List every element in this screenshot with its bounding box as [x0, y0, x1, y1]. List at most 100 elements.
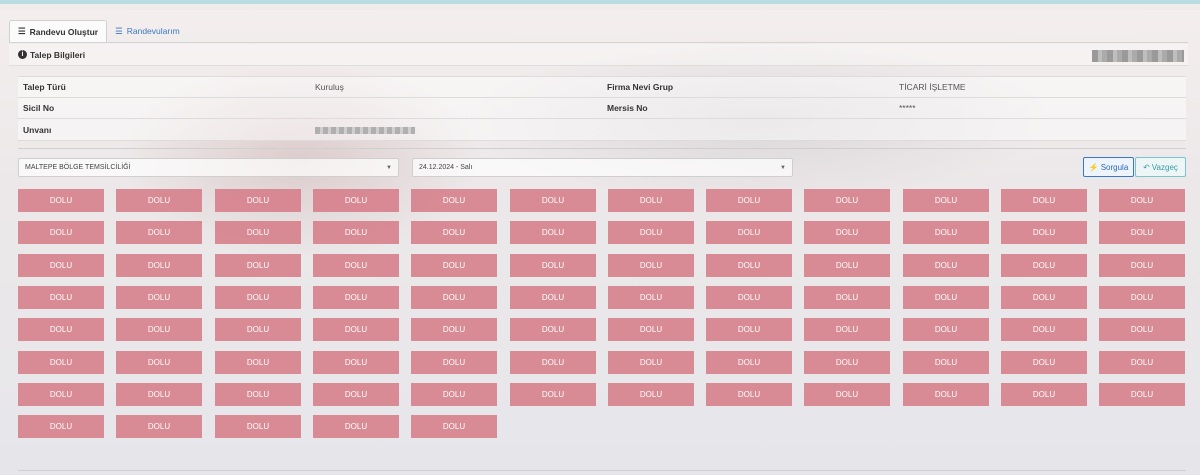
top-bar — [0, 4, 1200, 10]
time-slot-button[interactable]: DOLU — [116, 189, 202, 212]
time-slot-button[interactable]: DOLU — [313, 189, 399, 212]
tab-randevu-olustur[interactable]: ☰ Randevu Oluştur — [9, 20, 108, 42]
search-button[interactable]: ⚡ Sorgula — [1083, 157, 1134, 177]
time-slot-button[interactable]: DOLU — [1001, 221, 1087, 244]
firma-nevi-value: TİCARİ İŞLETME — [894, 76, 1186, 98]
time-slot-button[interactable]: DOLU — [1099, 254, 1185, 277]
time-slot-button[interactable]: DOLU — [411, 221, 497, 244]
time-slot-button[interactable]: DOLU — [804, 254, 890, 277]
time-slot-button[interactable]: DOLU — [215, 383, 301, 406]
time-slot-button[interactable]: DOLU — [608, 254, 694, 277]
time-slot-button[interactable]: DOLU — [804, 189, 890, 212]
time-slot-button[interactable]: DOLU — [313, 415, 399, 438]
time-slot-button[interactable]: DOLU — [510, 351, 596, 374]
time-slot-button[interactable]: DOLU — [510, 221, 596, 244]
time-slot-button[interactable]: DOLU — [313, 221, 399, 244]
time-slot-button[interactable]: DOLU — [706, 351, 792, 374]
time-slot-button[interactable]: DOLU — [215, 351, 301, 374]
time-slot-button[interactable]: DOLU — [804, 383, 890, 406]
date-select[interactable]: 24.12.2024 - Salı ▼ — [412, 158, 793, 177]
time-slot-button[interactable]: DOLU — [1099, 383, 1185, 406]
time-slot-button[interactable]: DOLU — [706, 383, 792, 406]
time-slot-button[interactable]: DOLU — [1099, 351, 1185, 374]
time-slot-button[interactable]: DOLU — [313, 351, 399, 374]
cancel-button[interactable]: ↶ Vazgeç — [1135, 157, 1186, 177]
time-slot-button[interactable]: DOLU — [1001, 286, 1087, 309]
time-slot-button[interactable]: DOLU — [608, 351, 694, 374]
time-slot-button[interactable]: DOLU — [1001, 383, 1087, 406]
time-slot-button[interactable]: DOLU — [18, 221, 104, 244]
time-slot-button[interactable]: DOLU — [116, 286, 202, 309]
time-slot-button[interactable]: DOLU — [903, 351, 989, 374]
time-slot-button[interactable]: DOLU — [608, 189, 694, 212]
office-select[interactable]: MALTEPE BÖLGE TEMSİLCİLİĞİ ▼ — [18, 158, 399, 177]
time-slot-button[interactable]: DOLU — [510, 383, 596, 406]
time-slot-button[interactable]: DOLU — [804, 286, 890, 309]
time-slot-button[interactable]: DOLU — [411, 286, 497, 309]
time-slot-button[interactable]: DOLU — [706, 254, 792, 277]
time-slot-button[interactable]: DOLU — [18, 318, 104, 341]
time-slot-button[interactable]: DOLU — [608, 221, 694, 244]
time-slot-button[interactable]: DOLU — [1099, 286, 1185, 309]
office-select-value: MALTEPE BÖLGE TEMSİLCİLİĞİ — [25, 164, 131, 171]
time-slot-button[interactable]: DOLU — [116, 383, 202, 406]
time-slot-button[interactable]: DOLU — [706, 221, 792, 244]
time-slot-button[interactable]: DOLU — [411, 318, 497, 341]
time-slot-button[interactable]: DOLU — [313, 254, 399, 277]
tab-randevularim[interactable]: ☰ Randevularım — [107, 20, 188, 42]
time-slot-button[interactable]: DOLU — [1099, 189, 1185, 212]
time-slot-button[interactable]: DOLU — [903, 318, 989, 341]
time-slot-button[interactable]: DOLU — [903, 254, 989, 277]
time-slot-button[interactable]: DOLU — [215, 286, 301, 309]
time-slot-button[interactable]: DOLU — [116, 415, 202, 438]
time-slot-button[interactable]: DOLU — [804, 351, 890, 374]
time-slot-button[interactable]: DOLU — [903, 189, 989, 212]
time-slot-button[interactable]: DOLU — [313, 286, 399, 309]
time-slot-button[interactable]: DOLU — [804, 318, 890, 341]
time-slot-button[interactable]: DOLU — [116, 318, 202, 341]
time-slot-button[interactable]: DOLU — [510, 189, 596, 212]
time-slot-button[interactable]: DOLU — [411, 415, 497, 438]
time-slot-button[interactable]: DOLU — [116, 221, 202, 244]
time-slot-button[interactable]: DOLU — [903, 383, 989, 406]
time-slot-button[interactable]: DOLU — [706, 318, 792, 341]
time-slot-button[interactable]: DOLU — [215, 318, 301, 341]
time-slot-button[interactable]: DOLU — [313, 318, 399, 341]
time-slot-button[interactable]: DOLU — [1001, 254, 1087, 277]
time-slot-button[interactable]: DOLU — [215, 254, 301, 277]
time-slot-button[interactable]: DOLU — [18, 415, 104, 438]
time-slot-button[interactable]: DOLU — [411, 189, 497, 212]
time-slot-button[interactable]: DOLU — [903, 286, 989, 309]
time-slot-button[interactable]: DOLU — [510, 254, 596, 277]
time-slot-button[interactable]: DOLU — [411, 351, 497, 374]
time-slot-button[interactable]: DOLU — [510, 318, 596, 341]
time-slot-button[interactable]: DOLU — [1099, 221, 1185, 244]
time-slot-button[interactable]: DOLU — [411, 254, 497, 277]
time-slot-button[interactable]: DOLU — [1001, 189, 1087, 212]
time-slot-button[interactable]: DOLU — [18, 254, 104, 277]
time-slot-button[interactable]: DOLU — [18, 286, 104, 309]
time-slot-button[interactable]: DOLU — [215, 221, 301, 244]
time-slot-button[interactable]: DOLU — [215, 415, 301, 438]
time-slot-button[interactable]: DOLU — [1001, 351, 1087, 374]
bolt-icon: ⚡ — [1088, 162, 1099, 172]
time-slot-button[interactable]: DOLU — [116, 351, 202, 374]
time-slot-button[interactable]: DOLU — [1099, 318, 1185, 341]
time-slot-button[interactable]: DOLU — [608, 318, 694, 341]
time-slot-button[interactable]: DOLU — [18, 351, 104, 374]
time-slot-button[interactable]: DOLU — [903, 221, 989, 244]
time-slot-button[interactable]: DOLU — [1001, 318, 1087, 341]
time-slot-button[interactable]: DOLU — [804, 221, 890, 244]
time-slot-button[interactable]: DOLU — [215, 189, 301, 212]
time-slot-button[interactable]: DOLU — [18, 383, 104, 406]
redacted-user-info — [1092, 50, 1184, 62]
time-slot-button[interactable]: DOLU — [608, 383, 694, 406]
time-slot-button[interactable]: DOLU — [706, 189, 792, 212]
time-slot-button[interactable]: DOLU — [608, 286, 694, 309]
time-slot-button[interactable]: DOLU — [411, 383, 497, 406]
time-slot-button[interactable]: DOLU — [706, 286, 792, 309]
time-slot-button[interactable]: DOLU — [510, 286, 596, 309]
time-slot-button[interactable]: DOLU — [116, 254, 202, 277]
time-slot-button[interactable]: DOLU — [18, 189, 104, 212]
time-slot-button[interactable]: DOLU — [313, 383, 399, 406]
